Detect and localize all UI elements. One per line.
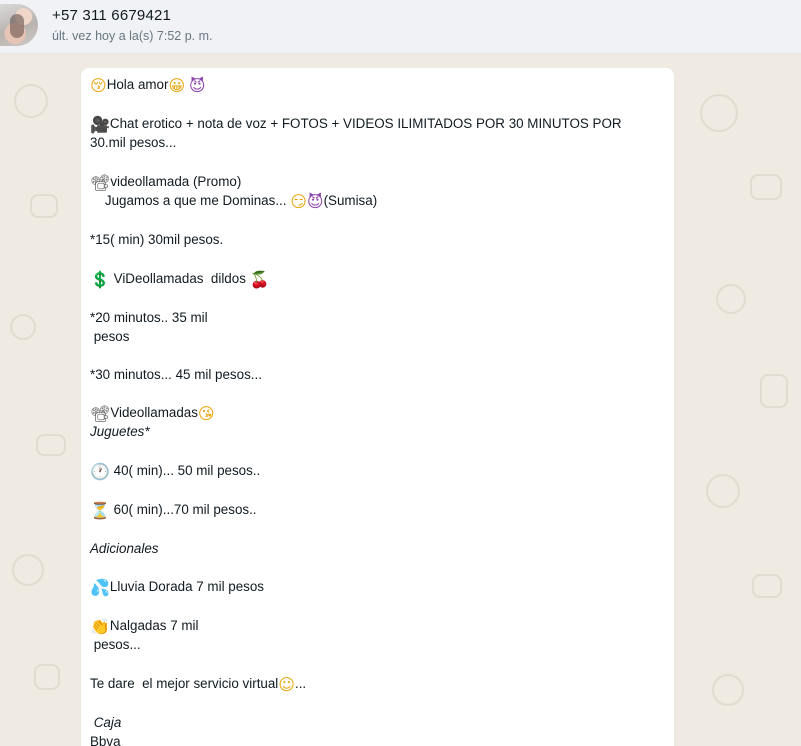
contact-name[interactable]: +57 311 6679421 [52,7,171,24]
dildos-price-30: *30 minutos... 45 mil pesos... [90,367,262,382]
hourglass-icon: ⏳ [90,501,110,520]
message-line: 📽videollamada (Promo) [90,172,241,192]
message-line: 📽Videollamadas😘 [90,403,215,423]
message-line: 💲 ViDeollamadas dildos 🍒 [90,269,270,289]
dildos-price-20: *20 minutos.. 35 mil [90,310,208,325]
blowing-kiss-icon: 😘 [197,404,215,423]
message-line: 👏Nalgadas 7 mil [90,616,199,636]
wallpaper-doodle [712,674,744,706]
chat-offer-price: 30.mil pesos... [90,135,177,150]
message-line: Te dare el mejor servicio virtual☺... [90,674,306,694]
lluvia-text: Lluvia Dorada 7 mil pesos [109,579,264,594]
nalgadas-text: Nalgadas 7 mil [109,618,199,633]
videocall-promo-text: videollamada (Promo) [110,174,242,189]
devil-face-icon: 😈 [188,76,206,95]
message-line: Jugamos a que me Dominas... 😏😈(Sumisa) [90,191,377,211]
message-line: 🕐 40( min)... 50 mil pesos.. [90,461,260,481]
videollamadas-text: Videollamadas [110,405,198,420]
wallpaper-doodle [760,374,788,408]
greeting-text: Hola amor [106,77,169,92]
adicionales-heading: Adicionales [90,541,159,556]
bbva-text: Bbva [90,734,121,746]
sweat-drops-icon: 💦 [90,578,110,597]
movie-camera-icon: 🎥 [90,115,110,134]
caja-text: Caja [90,715,122,730]
closing-dots: ... [294,676,307,691]
wallpaper-doodle [706,474,740,508]
wallpaper-doodle [700,94,738,132]
projector-icon: 📽 [90,404,111,423]
dildos-price-20-cont: pesos [90,329,130,344]
toys-40-text: 40( min)... 50 mil pesos.. [109,463,261,478]
wallpaper-doodle [34,664,60,690]
message-line: 💦Lluvia Dorada 7 mil pesos [90,577,264,597]
smiling-face-icon: ☺ [278,675,295,694]
wallpaper-doodle [36,434,66,456]
projector-icon: 📽 [90,173,111,192]
devil-face-icon: 😈 [306,192,324,211]
dildos-title-text: ViDeollamadas dildos [109,271,250,286]
kiss-face-icon: 😚 [90,76,107,95]
wallpaper-doodle [14,84,48,118]
message-bubble[interactable]: 😚Hola amor😀 😈 🎥Chat erotico + nota de vo… [81,68,674,746]
cherries-icon: 🍒 [249,270,270,289]
grin-face-icon: 😀 [168,76,186,95]
chat-offer-text: Chat erotico + nota de voz + FOTOS + VID… [109,116,622,131]
closing-text: Te dare el mejor servicio virtual [90,676,279,691]
chat-header: +57 311 6679421 últ. vez hoy a la(s) 7:5… [0,0,801,54]
toys-60-text: 60( min)...70 mil pesos.. [109,502,257,517]
last-seen-status: últ. vez hoy a la(s) 7:52 p. m. [52,29,213,43]
dominas-text: Jugamos a que me Dominas... [90,193,291,208]
promo-price-text: *15( min) 30mil pesos. [90,232,224,247]
sumisa-text: (Sumisa) [323,193,378,208]
message-line: 🎥Chat erotico + nota de voz + FOTOS + VI… [90,114,622,134]
nalgadas-text-cont: pesos... [90,637,141,652]
wallpaper-doodle [750,174,782,200]
dollar-sign-icon: 💲 [90,270,110,289]
message-line: ⏳ 60( min)...70 mil pesos.. [90,500,257,520]
smirk-face-icon: 😏 [290,192,307,211]
wallpaper-doodle [12,554,44,586]
wallpaper-doodle [10,314,36,340]
contact-avatar[interactable] [0,4,38,46]
wallpaper-doodle [716,284,746,314]
wallpaper-doodle [752,574,782,598]
clapping-hands-icon: 👏 [90,617,110,636]
wallpaper-doodle [30,194,58,218]
juguetes-text: Juguetes* [90,424,150,439]
message-line: 😚Hola amor😀 😈 [90,75,206,95]
clock-icon: 🕐 [90,462,110,481]
